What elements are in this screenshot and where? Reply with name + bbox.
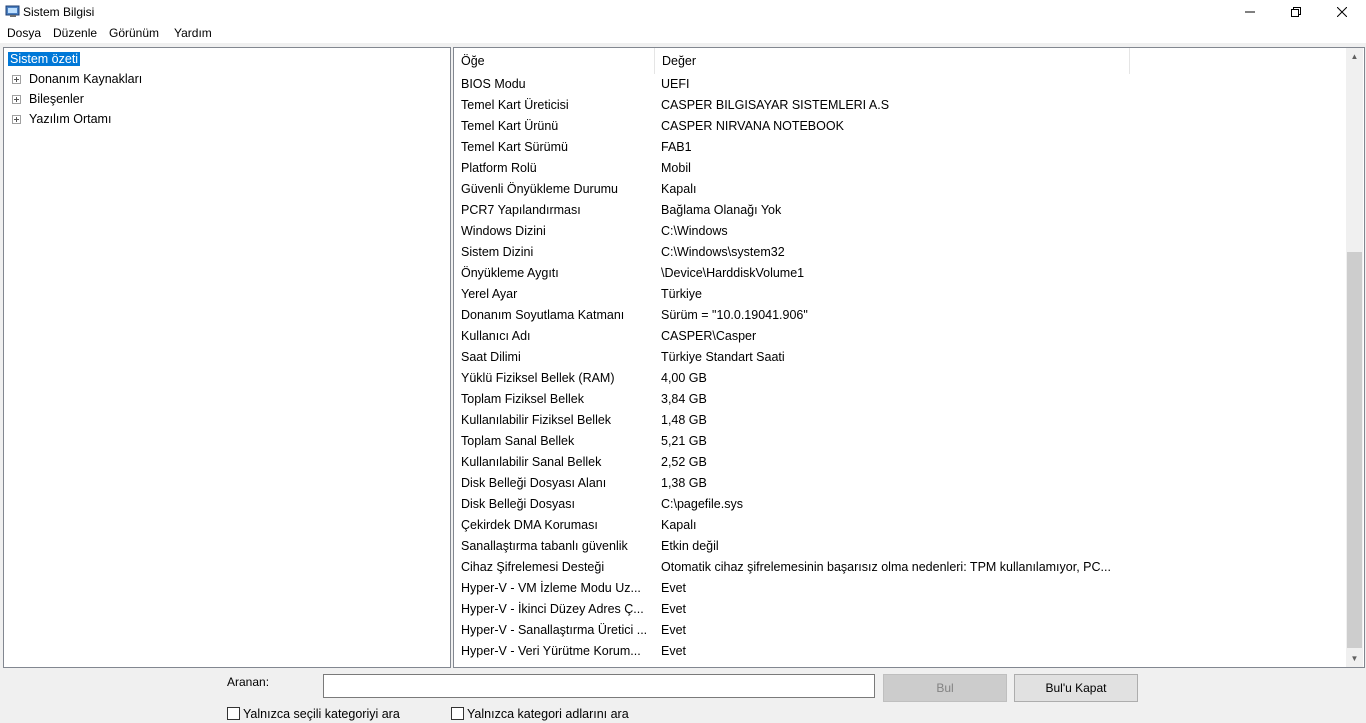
item-cell: Toplam Sanal Bellek — [461, 434, 575, 448]
item-cell: Önyükleme Aygıtı — [461, 266, 559, 280]
restore-button[interactable] — [1273, 0, 1319, 24]
expand-icon[interactable] — [12, 95, 21, 104]
item-cell: Güvenli Önyükleme Durumu — [461, 182, 619, 196]
item-cell: Toplam Fiziksel Bellek — [461, 392, 584, 406]
item-cell: Sanallaştırma tabanlı güvenlik — [461, 539, 628, 553]
item-cell: Hyper-V - Veri Yürütme Korum... — [461, 644, 641, 658]
item-cell: Saat Dilimi — [461, 350, 521, 364]
item-cell: Disk Belleği Dosyası — [461, 497, 575, 511]
item-cell: Temel Kart Üreticisi — [461, 98, 569, 112]
close-button[interactable] — [1319, 0, 1365, 24]
value-cell: Bağlama Olanağı Yok — [661, 203, 782, 217]
menu-edit[interactable]: Düzenle — [53, 26, 97, 40]
search-input[interactable] — [323, 674, 875, 698]
vertical-scrollbar[interactable]: ▲ ▼ — [1346, 48, 1363, 667]
value-cell: Kapalı — [661, 182, 697, 196]
menu-help[interactable]: Yardım — [174, 26, 212, 40]
value-cell: CASPER BILGISAYAR SISTEMLERI A.S — [661, 98, 890, 112]
close-icon — [1337, 7, 1347, 17]
value-cell: 1,38 GB — [661, 476, 707, 490]
item-cell: Yerel Ayar — [461, 287, 518, 301]
value-cell: Otomatik cihaz şifrelemesinin başarısız … — [661, 560, 1111, 574]
tree-item-label: Sistem özeti — [8, 52, 81, 66]
scroll-up-icon[interactable]: ▲ — [1346, 48, 1363, 65]
window-title: Sistem Bilgisi — [23, 5, 95, 19]
item-cell: Yüklü Fiziksel Bellek (RAM) — [461, 371, 615, 385]
value-cell: 5,21 GB — [661, 434, 707, 448]
search-label: Aranan: — [227, 675, 270, 689]
item-cell: Disk Belleği Dosyası Alanı — [461, 476, 607, 490]
minimize-button[interactable] — [1227, 0, 1273, 24]
item-cell: Donanım Soyutlama Katmanı — [461, 308, 625, 322]
menu-file[interactable]: Dosya — [7, 26, 41, 40]
scrollbar-thumb[interactable] — [1347, 252, 1362, 648]
system-information-icon — [5, 5, 20, 17]
find-button[interactable]: Bul — [883, 674, 1007, 702]
item-cell: Temel Kart Sürümü — [461, 140, 568, 154]
item-cell: Çekirdek DMA Koruması — [461, 518, 598, 532]
tree-item-system-summary[interactable]: Sistem özeti — [8, 50, 81, 68]
menu-view[interactable]: Görünüm — [109, 26, 159, 40]
value-cell: 4,00 GB — [661, 371, 707, 385]
value-cell: 1,48 GB — [661, 413, 707, 427]
tree-item-label: Bileşenler — [29, 92, 84, 106]
expand-icon[interactable] — [12, 75, 21, 84]
item-cell: Kullanıcı Adı — [461, 329, 531, 343]
value-cell: Evet — [661, 623, 687, 637]
scroll-down-icon[interactable]: ▼ — [1346, 650, 1363, 667]
tree-item-label: Donanım Kaynakları — [29, 72, 143, 86]
value-cell: CASPER\Casper — [661, 329, 757, 343]
item-cell: Platform Rolü — [461, 161, 537, 175]
checkbox[interactable] — [451, 707, 464, 720]
column-header-item[interactable]: Öğe — [454, 48, 655, 74]
checkbox-label: Yalnızca seçili kategoriyi ara — [243, 707, 400, 721]
close-find-button[interactable]: Bul'u Kapat — [1014, 674, 1138, 702]
item-cell: Kullanılabilir Sanal Bellek — [461, 455, 602, 469]
value-cell: FAB1 — [661, 140, 692, 154]
value-cell: Etkin değil — [661, 539, 719, 553]
value-cell: 3,84 GB — [661, 392, 707, 406]
checkbox[interactable] — [227, 707, 240, 720]
restore-icon — [1291, 7, 1301, 17]
value-cell: \Device\HarddiskVolume1 — [661, 266, 805, 280]
title-bar: Sistem Bilgisi — [0, 0, 1366, 24]
value-cell: Sürüm = "10.0.19041.906" — [661, 308, 808, 322]
value-cell: UEFI — [661, 77, 690, 91]
minimize-icon — [1245, 11, 1255, 13]
menu-bar: Dosya Düzenle Görünüm Yardım — [0, 24, 1366, 43]
value-cell: Evet — [661, 644, 687, 658]
search-selected-category-option[interactable]: Yalnızca seçili kategoriyi ara — [227, 706, 400, 722]
checkbox-label: Yalnızca kategori adlarını ara — [467, 707, 629, 721]
category-tree[interactable]: Sistem özeti Donanım Kaynakları Bileşenl… — [3, 47, 451, 668]
value-cell: C:\Windows — [661, 224, 728, 238]
item-cell: BIOS Modu — [461, 77, 526, 91]
item-cell: Cihaz Şifrelemesi Desteği — [461, 560, 605, 574]
details-list[interactable]: Öğe Değer BIOS Modu UEFI Temel Kart Üretic… — [453, 47, 1365, 668]
item-cell: Hyper-V - Sanallaştırma Üretici ... — [461, 623, 648, 637]
item-cell: Kullanılabilir Fiziksel Bellek — [461, 413, 612, 427]
value-cell: Mobil — [661, 161, 691, 175]
tree-item-label: Yazılım Ortamı — [29, 112, 112, 126]
item-cell: Sistem Dizini — [461, 245, 534, 259]
value-cell: Kapalı — [661, 518, 697, 532]
value-cell: C:\pagefile.sys — [661, 497, 743, 511]
item-cell: PCR7 Yapılandırması — [461, 203, 581, 217]
value-cell: C:\Windows\system32 — [661, 245, 785, 259]
value-cell: 2,52 GB — [661, 455, 707, 469]
value-cell: Evet — [661, 581, 687, 595]
expand-icon[interactable] — [12, 115, 21, 124]
value-cell: CASPER NIRVANA NOTEBOOK — [661, 119, 844, 133]
value-cell: Türkiye — [661, 287, 702, 301]
item-cell: Hyper-V - VM İzleme Modu Uz... — [461, 581, 641, 595]
column-header-value[interactable]: Değer — [655, 48, 1130, 74]
item-cell: Windows Dizini — [461, 224, 546, 238]
item-cell: Temel Kart Ürünü — [461, 119, 559, 133]
value-cell: Evet — [661, 602, 687, 616]
search-category-names-option[interactable]: Yalnızca kategori adlarını ara — [451, 706, 629, 722]
value-cell: Türkiye Standart Saati — [661, 350, 785, 364]
item-cell: Hyper-V - İkinci Düzey Adres Ç... — [461, 602, 644, 616]
